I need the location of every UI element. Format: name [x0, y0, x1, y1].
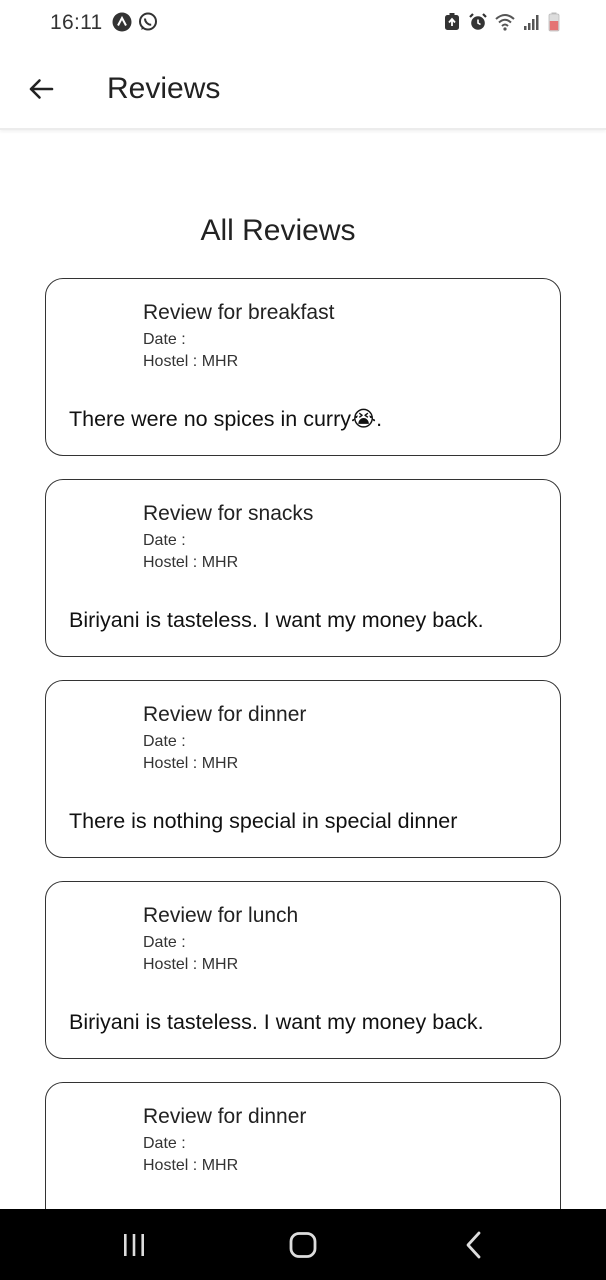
review-text: Biriyani is tasteless. I want my money b… [69, 608, 484, 632]
date-label: Date : [143, 532, 186, 549]
hostel-value: MHR [201, 554, 239, 571]
review-date: Date : [143, 532, 186, 550]
hostel-label: Hostel : [143, 353, 198, 370]
home-icon [289, 1232, 317, 1258]
review-text: There is nothing special in special dinn… [69, 809, 458, 833]
hostel-value: MHR [201, 1157, 239, 1174]
battery-saver-icon [445, 13, 459, 30]
review-hostel: Hostel : MHR [143, 1157, 238, 1175]
review-hostel: Hostel : MHR [143, 353, 238, 371]
review-title: Review for dinner [143, 703, 307, 726]
review-hostel: Hostel : MHR [143, 554, 238, 572]
battery-icon [548, 12, 560, 32]
date-label: Date : [143, 934, 186, 951]
review-title: Review for breakfast [143, 301, 335, 324]
navigation-bar [0, 1209, 606, 1280]
review-date: Date : [143, 331, 186, 349]
review-date: Date : [143, 733, 186, 751]
back-button[interactable] [22, 70, 60, 108]
recent-apps-icon [124, 1234, 144, 1256]
whatsapp-icon [139, 12, 157, 31]
section-title: All Reviews [200, 214, 356, 247]
review-card[interactable]: Review for dinner Date : Hostel : MHR Th… [45, 680, 561, 858]
hostel-label: Hostel : [143, 956, 198, 973]
review-text: Biriyani is tasteless. I want my money b… [69, 1010, 484, 1034]
status-right-icons [442, 12, 560, 32]
home-button[interactable] [283, 1227, 323, 1263]
wifi-icon [495, 14, 515, 31]
hostel-label: Hostel : [143, 755, 198, 772]
review-hostel: Hostel : MHR [143, 755, 238, 773]
review-title: Review for dinner [143, 1105, 307, 1128]
review-title: Review for snacks [143, 502, 314, 525]
status-bar: 16:11 [0, 0, 606, 48]
app-bar: Reviews [0, 48, 606, 130]
reviews-content[interactable]: All Reviews Review for breakfast Date : … [0, 130, 606, 1209]
review-list: Review for breakfast Date : Hostel : MHR… [45, 278, 561, 1209]
review-date: Date : [143, 1135, 186, 1153]
arrow-back-icon [29, 79, 54, 99]
review-card[interactable]: Review for lunch Date : Hostel : MHR Bir… [45, 881, 561, 1059]
recent-apps-button[interactable] [114, 1227, 154, 1263]
signal-icon [524, 15, 539, 30]
system-back-button[interactable] [454, 1227, 494, 1263]
hostel-label: Hostel : [143, 1157, 198, 1174]
hostel-value: MHR [201, 755, 239, 772]
review-text: There were no spices in curry😭. [69, 407, 383, 431]
hostel-value: MHR [201, 956, 239, 973]
hostel-value: MHR [201, 353, 239, 370]
status-time: 16:11 [50, 11, 103, 34]
date-label: Date : [143, 331, 186, 348]
review-card[interactable]: Review for snacks Date : Hostel : MHR Bi… [45, 479, 561, 657]
alarm-icon [469, 13, 487, 30]
status-left-icons [112, 12, 158, 32]
review-date: Date : [143, 934, 186, 952]
hostel-label: Hostel : [143, 554, 198, 571]
back-icon [466, 1231, 481, 1259]
date-label: Date : [143, 1135, 186, 1152]
review-card[interactable]: Review for breakfast Date : Hostel : MHR… [45, 278, 561, 456]
review-card[interactable]: Review for dinner Date : Hostel : MHR [45, 1082, 561, 1209]
review-title: Review for lunch [143, 904, 299, 927]
page-title: Reviews [107, 72, 221, 105]
review-hostel: Hostel : MHR [143, 956, 238, 974]
date-label: Date : [143, 733, 186, 750]
app-notification-icon [112, 12, 132, 32]
